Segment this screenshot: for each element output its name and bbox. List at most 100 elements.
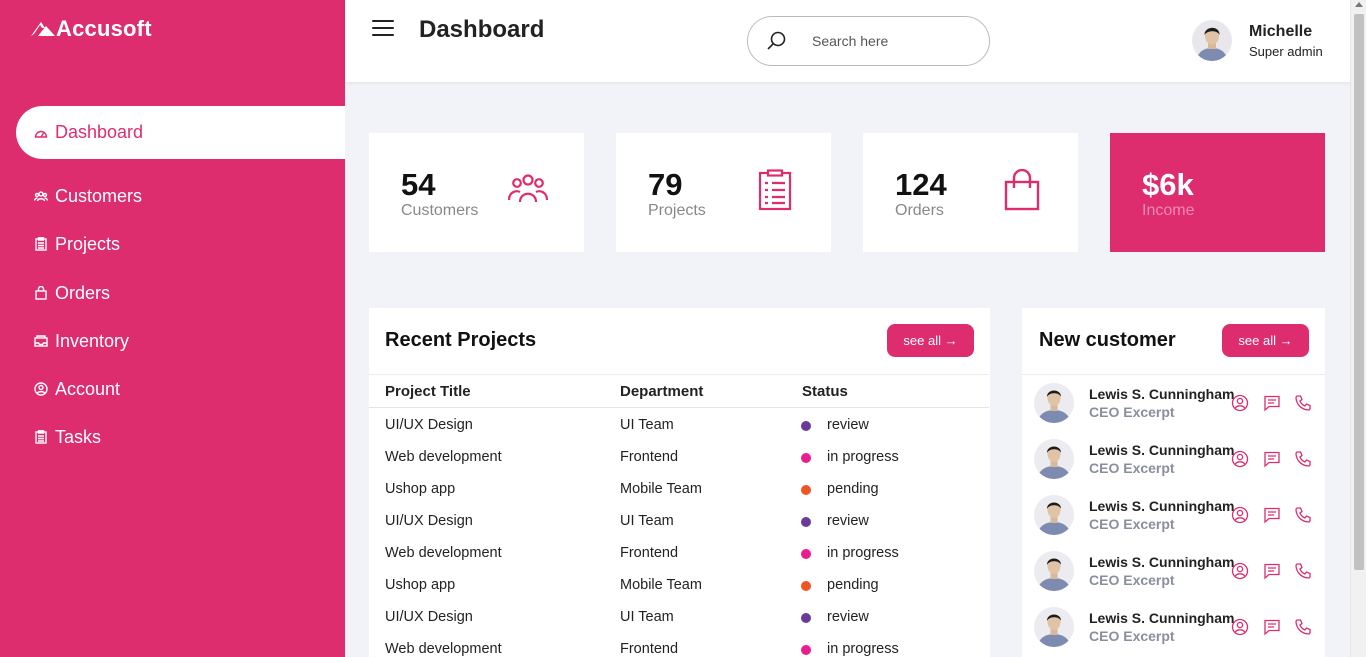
message-icon[interactable] [1263, 562, 1281, 580]
status-badge: in progress [827, 449, 899, 465]
stat-label: Orders [895, 202, 944, 219]
message-icon[interactable] [1263, 394, 1281, 412]
profile-icon[interactable] [1231, 506, 1249, 524]
avatar[interactable] [1034, 607, 1074, 647]
table-row[interactable]: UI/UX Design UI Team review [369, 505, 989, 537]
avatar[interactable] [1034, 495, 1074, 535]
avatar[interactable] [1034, 439, 1074, 479]
list-item[interactable]: Lewis S. Cunningham CEO Excerpt [1022, 375, 1325, 431]
list-item[interactable]: Lewis S. Cunningham CEO Excerpt [1022, 487, 1325, 543]
status-dot [801, 581, 811, 591]
customer-title: CEO Excerpt [1089, 516, 1175, 532]
profile-icon[interactable] [1231, 394, 1249, 412]
phone-icon[interactable] [1294, 562, 1312, 580]
message-icon[interactable] [1263, 506, 1281, 524]
customer-name: Lewis S. Cunningham [1089, 498, 1235, 514]
see-all-customers-button[interactable]: see all → [1222, 324, 1309, 357]
project-title: Ushop app [385, 577, 456, 593]
search-box[interactable] [747, 16, 990, 66]
column-header[interactable]: Project Title [385, 383, 471, 400]
clipboard-icon [33, 236, 49, 252]
customer-name: Lewis S. Cunningham [1089, 554, 1235, 570]
list-item[interactable]: Lewis S. Cunningham CEO Excerpt [1022, 431, 1325, 487]
phone-icon[interactable] [1294, 506, 1312, 524]
avatar[interactable] [1034, 383, 1074, 423]
sidebar-item-customers[interactable]: Customers [16, 176, 345, 216]
message-icon[interactable] [1263, 450, 1281, 468]
column-header[interactable]: Status [802, 383, 848, 400]
see-all-projects-button[interactable]: see all → [887, 324, 974, 357]
profile-icon[interactable] [1231, 562, 1249, 580]
status-badge: review [827, 513, 869, 529]
sidebar-item-orders[interactable]: Orders [16, 273, 345, 313]
search-icon[interactable] [766, 30, 788, 52]
status-badge: pending [827, 577, 879, 593]
project-department: Mobile Team [620, 577, 702, 593]
profile-icon[interactable] [1231, 450, 1249, 468]
sidebar-item-tasks[interactable]: Tasks [16, 417, 345, 457]
profile-icon[interactable] [1231, 618, 1249, 636]
stat-card-projects[interactable]: 79 Projects [616, 133, 831, 252]
phone-icon[interactable] [1294, 450, 1312, 468]
user-profile[interactable]: Michelle Super admin [1192, 20, 1323, 61]
stat-card-orders[interactable]: 124 Orders [863, 133, 1078, 252]
avatar[interactable] [1034, 551, 1074, 591]
page-title: Dashboard [419, 16, 545, 43]
avatar[interactable] [1192, 20, 1232, 61]
message-icon[interactable] [1263, 618, 1281, 636]
status-badge: pending [827, 481, 879, 497]
project-department: Frontend [620, 449, 679, 465]
project-department: UI Team [620, 513, 674, 529]
sidebar-item-label: Account [55, 378, 121, 399]
table-row[interactable]: Ushop app Mobile Team pending [369, 473, 989, 505]
topbar: Dashboard Michelle Super admin [345, 0, 1350, 82]
project-department: Mobile Team [620, 481, 702, 497]
customer-name: Lewis S. Cunningham [1089, 442, 1235, 458]
bag-icon [33, 285, 49, 301]
sidebar-item-account[interactable]: Account [16, 369, 345, 409]
stat-card-customers[interactable]: 54 Customers [369, 133, 584, 252]
sidebar-item-inventory[interactable]: Inventory [16, 321, 345, 361]
sidebar-item-label: Projects [55, 233, 121, 254]
inbox-icon [33, 333, 49, 349]
list-item[interactable]: Lewis S. Cunningham CEO Excerpt [1022, 599, 1325, 655]
stat-value: 79 [648, 167, 683, 202]
project-department: UI Team [620, 417, 674, 433]
page-scrollbar[interactable] [1350, 0, 1366, 657]
scrollbar-thumb[interactable] [1354, 14, 1364, 570]
sidebar: Accusoft Dashboard Customers Projects Or… [0, 0, 345, 657]
table-row[interactable]: Web development Frontend in progress [369, 537, 989, 569]
project-department: Frontend [620, 545, 679, 561]
table-row[interactable]: UI/UX Design UI Team review [369, 601, 989, 633]
customer-title: CEO Excerpt [1089, 404, 1175, 420]
customer-title: CEO Excerpt [1089, 572, 1175, 588]
sidebar-item-dashboard[interactable]: Dashboard [16, 106, 345, 159]
status-dot [801, 613, 811, 623]
brand-logo[interactable]: Accusoft [30, 16, 152, 42]
stat-value: 124 [895, 167, 947, 202]
status-dot [801, 549, 811, 559]
stat-value: 54 [401, 167, 436, 202]
table-row[interactable]: UI/UX Design UI Team review [369, 409, 989, 441]
phone-icon[interactable] [1294, 394, 1312, 412]
search-input[interactable] [812, 33, 962, 49]
table-row[interactable]: Web development Frontend in progress [369, 633, 989, 657]
column-header[interactable]: Department [620, 383, 703, 400]
status-badge: in progress [827, 641, 899, 657]
status-badge: review [827, 417, 869, 433]
list-item[interactable]: Lewis S. Cunningham CEO Excerpt [1022, 543, 1325, 599]
status-dot [801, 485, 811, 495]
user-role: Super admin [1249, 43, 1323, 59]
sidebar-item-label: Dashboard [55, 122, 144, 142]
clipboard-icon [33, 429, 49, 445]
project-title: UI/UX Design [385, 513, 473, 529]
table-row[interactable]: Web development Frontend in progress [369, 441, 989, 473]
scroll-up-arrow-icon[interactable] [1355, 2, 1363, 7]
table-row[interactable]: Ushop app Mobile Team pending [369, 569, 989, 601]
stat-card-income[interactable]: $6k Income [1110, 133, 1325, 252]
project-title: UI/UX Design [385, 417, 473, 433]
phone-icon[interactable] [1294, 618, 1312, 636]
project-department: Frontend [620, 641, 679, 657]
sidebar-item-projects[interactable]: Projects [16, 224, 345, 264]
menu-toggle-icon[interactable] [372, 20, 394, 38]
